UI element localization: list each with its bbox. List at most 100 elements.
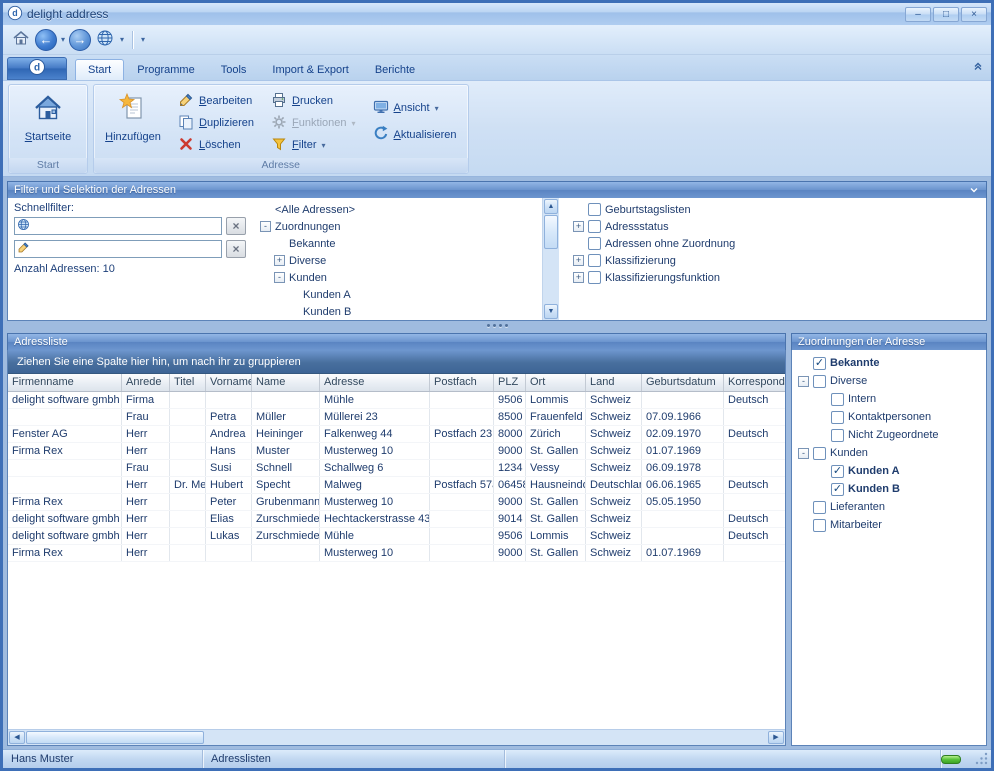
checkbox-unchecked[interactable]	[813, 501, 826, 514]
tree-item[interactable]: -Zuordnungen	[256, 218, 542, 235]
checkbox-unchecked[interactable]	[831, 393, 844, 406]
column-header[interactable]: Anrede	[122, 374, 170, 391]
checkbox-unchecked[interactable]	[588, 237, 601, 250]
column-header[interactable]: Postfach	[430, 374, 494, 391]
checkbox-unchecked[interactable]	[831, 429, 844, 442]
scroll-down-button[interactable]: ▼	[544, 304, 558, 319]
tree-item[interactable]: ✓Kunden B	[792, 480, 986, 498]
checkbox-unchecked[interactable]	[813, 375, 826, 388]
group-by-bar[interactable]: Ziehen Sie eine Spalte hier hin, um nach…	[8, 350, 785, 374]
column-header[interactable]: Firmenname	[8, 374, 122, 391]
checkbox-checked[interactable]: ✓	[831, 465, 844, 478]
table-row[interactable]: HerrDr. Med.HubertSpechtMalwegPostfach 5…	[8, 477, 785, 494]
tree-item[interactable]: Intern	[792, 390, 986, 408]
column-header[interactable]: Adresse	[320, 374, 430, 391]
collapse-icon[interactable]: -	[260, 221, 271, 232]
tab-programme[interactable]: Programme	[124, 59, 207, 80]
quickfilter-input-2[interactable]	[33, 242, 221, 256]
checkbox-unchecked[interactable]	[588, 271, 601, 284]
scroll-up-button[interactable]: ▲	[544, 199, 558, 214]
tree-item[interactable]: +Klassifizierungsfunktion	[569, 269, 986, 286]
expand-icon[interactable]: +	[274, 255, 285, 266]
nav-back-dropdown[interactable]: ▾	[60, 35, 66, 44]
tree-vertical-scrollbar[interactable]: ▲ ▼	[542, 198, 559, 320]
column-header[interactable]: Titel	[170, 374, 206, 391]
loeschen-button[interactable]: Löschen	[171, 134, 261, 156]
tab-start[interactable]: Start	[75, 59, 124, 80]
tree-item[interactable]: Kunden B	[256, 303, 542, 320]
checkbox-checked[interactable]: ✓	[813, 357, 826, 370]
home-button[interactable]	[10, 28, 32, 52]
startseite-button[interactable]: Startseite	[13, 87, 83, 156]
table-row[interactable]: FrauPetraMüllerMüllerei 238500Frauenfeld…	[8, 409, 785, 426]
nav-back-button[interactable]: ←	[35, 29, 57, 51]
tree-item[interactable]: -Diverse	[792, 372, 986, 390]
tree-item[interactable]: ✓Kunden A	[792, 462, 986, 480]
tree-item[interactable]: -Kunden	[792, 444, 986, 462]
table-row[interactable]: Firma RexHerrHansMusterMusterweg 109000S…	[8, 443, 785, 460]
column-header[interactable]: Geburtsdatum	[642, 374, 724, 391]
collapse-icon[interactable]: -	[798, 376, 809, 387]
tree-item[interactable]: Geburtstagslisten	[569, 201, 986, 218]
tree-item[interactable]: Kunden A	[256, 286, 542, 303]
ansicht-button[interactable]: Ansicht ▾	[366, 97, 464, 119]
checkbox-unchecked[interactable]	[813, 447, 826, 460]
panel-collapse-button[interactable]	[968, 184, 980, 196]
column-header[interactable]: Ort	[526, 374, 586, 391]
tab-tools[interactable]: Tools	[208, 59, 260, 80]
tree-item[interactable]: +Klassifizierung	[569, 252, 986, 269]
collapse-icon[interactable]: -	[274, 272, 285, 283]
duplizieren-button[interactable]: Duplizieren	[171, 112, 261, 134]
column-header[interactable]: Land	[586, 374, 642, 391]
checkbox-unchecked[interactable]	[588, 220, 601, 233]
tab-berichte[interactable]: Berichte	[362, 59, 428, 80]
tree-item[interactable]: +Adressstatus	[569, 218, 986, 235]
browser-button[interactable]	[94, 28, 116, 52]
expand-icon[interactable]: +	[573, 221, 584, 232]
tree-item[interactable]: <Alle Adressen>	[256, 201, 542, 218]
scrollbar-thumb[interactable]	[544, 215, 558, 249]
hinzufuegen-button[interactable]: Hinzufügen	[98, 87, 168, 156]
table-row[interactable]: FrauSusiSchnellSchallweg 61234VessySchwe…	[8, 460, 785, 477]
scroll-right-button[interactable]: ▶	[768, 731, 784, 744]
filter-button[interactable]: Filter ▾	[264, 134, 362, 156]
checkbox-checked[interactable]: ✓	[831, 483, 844, 496]
tree-item[interactable]: Mitarbeiter	[792, 516, 986, 534]
aktualisieren-button[interactable]: Aktualisieren	[366, 124, 464, 146]
nav-forward-button[interactable]: →	[69, 29, 91, 51]
tree-item[interactable]: Bekannte	[256, 235, 542, 252]
tree-item[interactable]: Adressen ohne Zuordnung	[569, 235, 986, 252]
minimize-button[interactable]: –	[905, 7, 931, 22]
browser-dropdown[interactable]: ▾	[119, 35, 125, 44]
checkbox-unchecked[interactable]	[831, 411, 844, 424]
tree-item[interactable]: +Diverse	[256, 252, 542, 269]
toolbar-overflow-button[interactable]: ▾	[140, 35, 146, 44]
title-bar[interactable]: d delight address – □ ×	[3, 3, 991, 25]
quickfilter-input-1[interactable]	[33, 219, 221, 233]
tree-item[interactable]: Lieferanten	[792, 498, 986, 516]
bearbeiten-button[interactable]: Bearbeiten	[171, 90, 261, 112]
drucken-button[interactable]: Drucken	[264, 90, 362, 112]
clear-filter-button-2[interactable]: ×	[226, 240, 246, 258]
clear-filter-button-1[interactable]: ×	[226, 217, 246, 235]
table-row[interactable]: Firma RexHerrPeterGrubenmannMusterweg 10…	[8, 494, 785, 511]
expand-icon[interactable]: +	[573, 255, 584, 266]
column-header[interactable]: Vorname	[206, 374, 252, 391]
collapse-icon[interactable]: -	[798, 448, 809, 459]
checkbox-unchecked[interactable]	[588, 203, 601, 216]
splitter-handle[interactable]	[7, 321, 987, 330]
tree-item[interactable]: ✓Bekannte	[792, 354, 986, 372]
horizontal-scrollbar[interactable]: ◀ ▶	[8, 729, 785, 745]
collapse-ribbon-button[interactable]	[969, 59, 987, 75]
tree-item[interactable]: -Kunden	[256, 269, 542, 286]
table-row[interactable]: Firma RexHerrMusterweg 109000St. GallenS…	[8, 545, 785, 562]
tab-import-export[interactable]: Import & Export	[259, 59, 361, 80]
column-header[interactable]: Name	[252, 374, 320, 391]
column-header[interactable]: PLZ	[494, 374, 526, 391]
table-row[interactable]: Fenster AGHerrAndreaHeiningerFalkenweg 4…	[8, 426, 785, 443]
tree-item[interactable]: Nicht Zugeordnete	[792, 426, 986, 444]
resize-grip[interactable]	[975, 752, 990, 767]
tree-item[interactable]: Kontaktpersonen	[792, 408, 986, 426]
table-row[interactable]: delight software gmbhHerrEliasZurschmied…	[8, 511, 785, 528]
scrollbar-thumb[interactable]	[26, 731, 204, 744]
